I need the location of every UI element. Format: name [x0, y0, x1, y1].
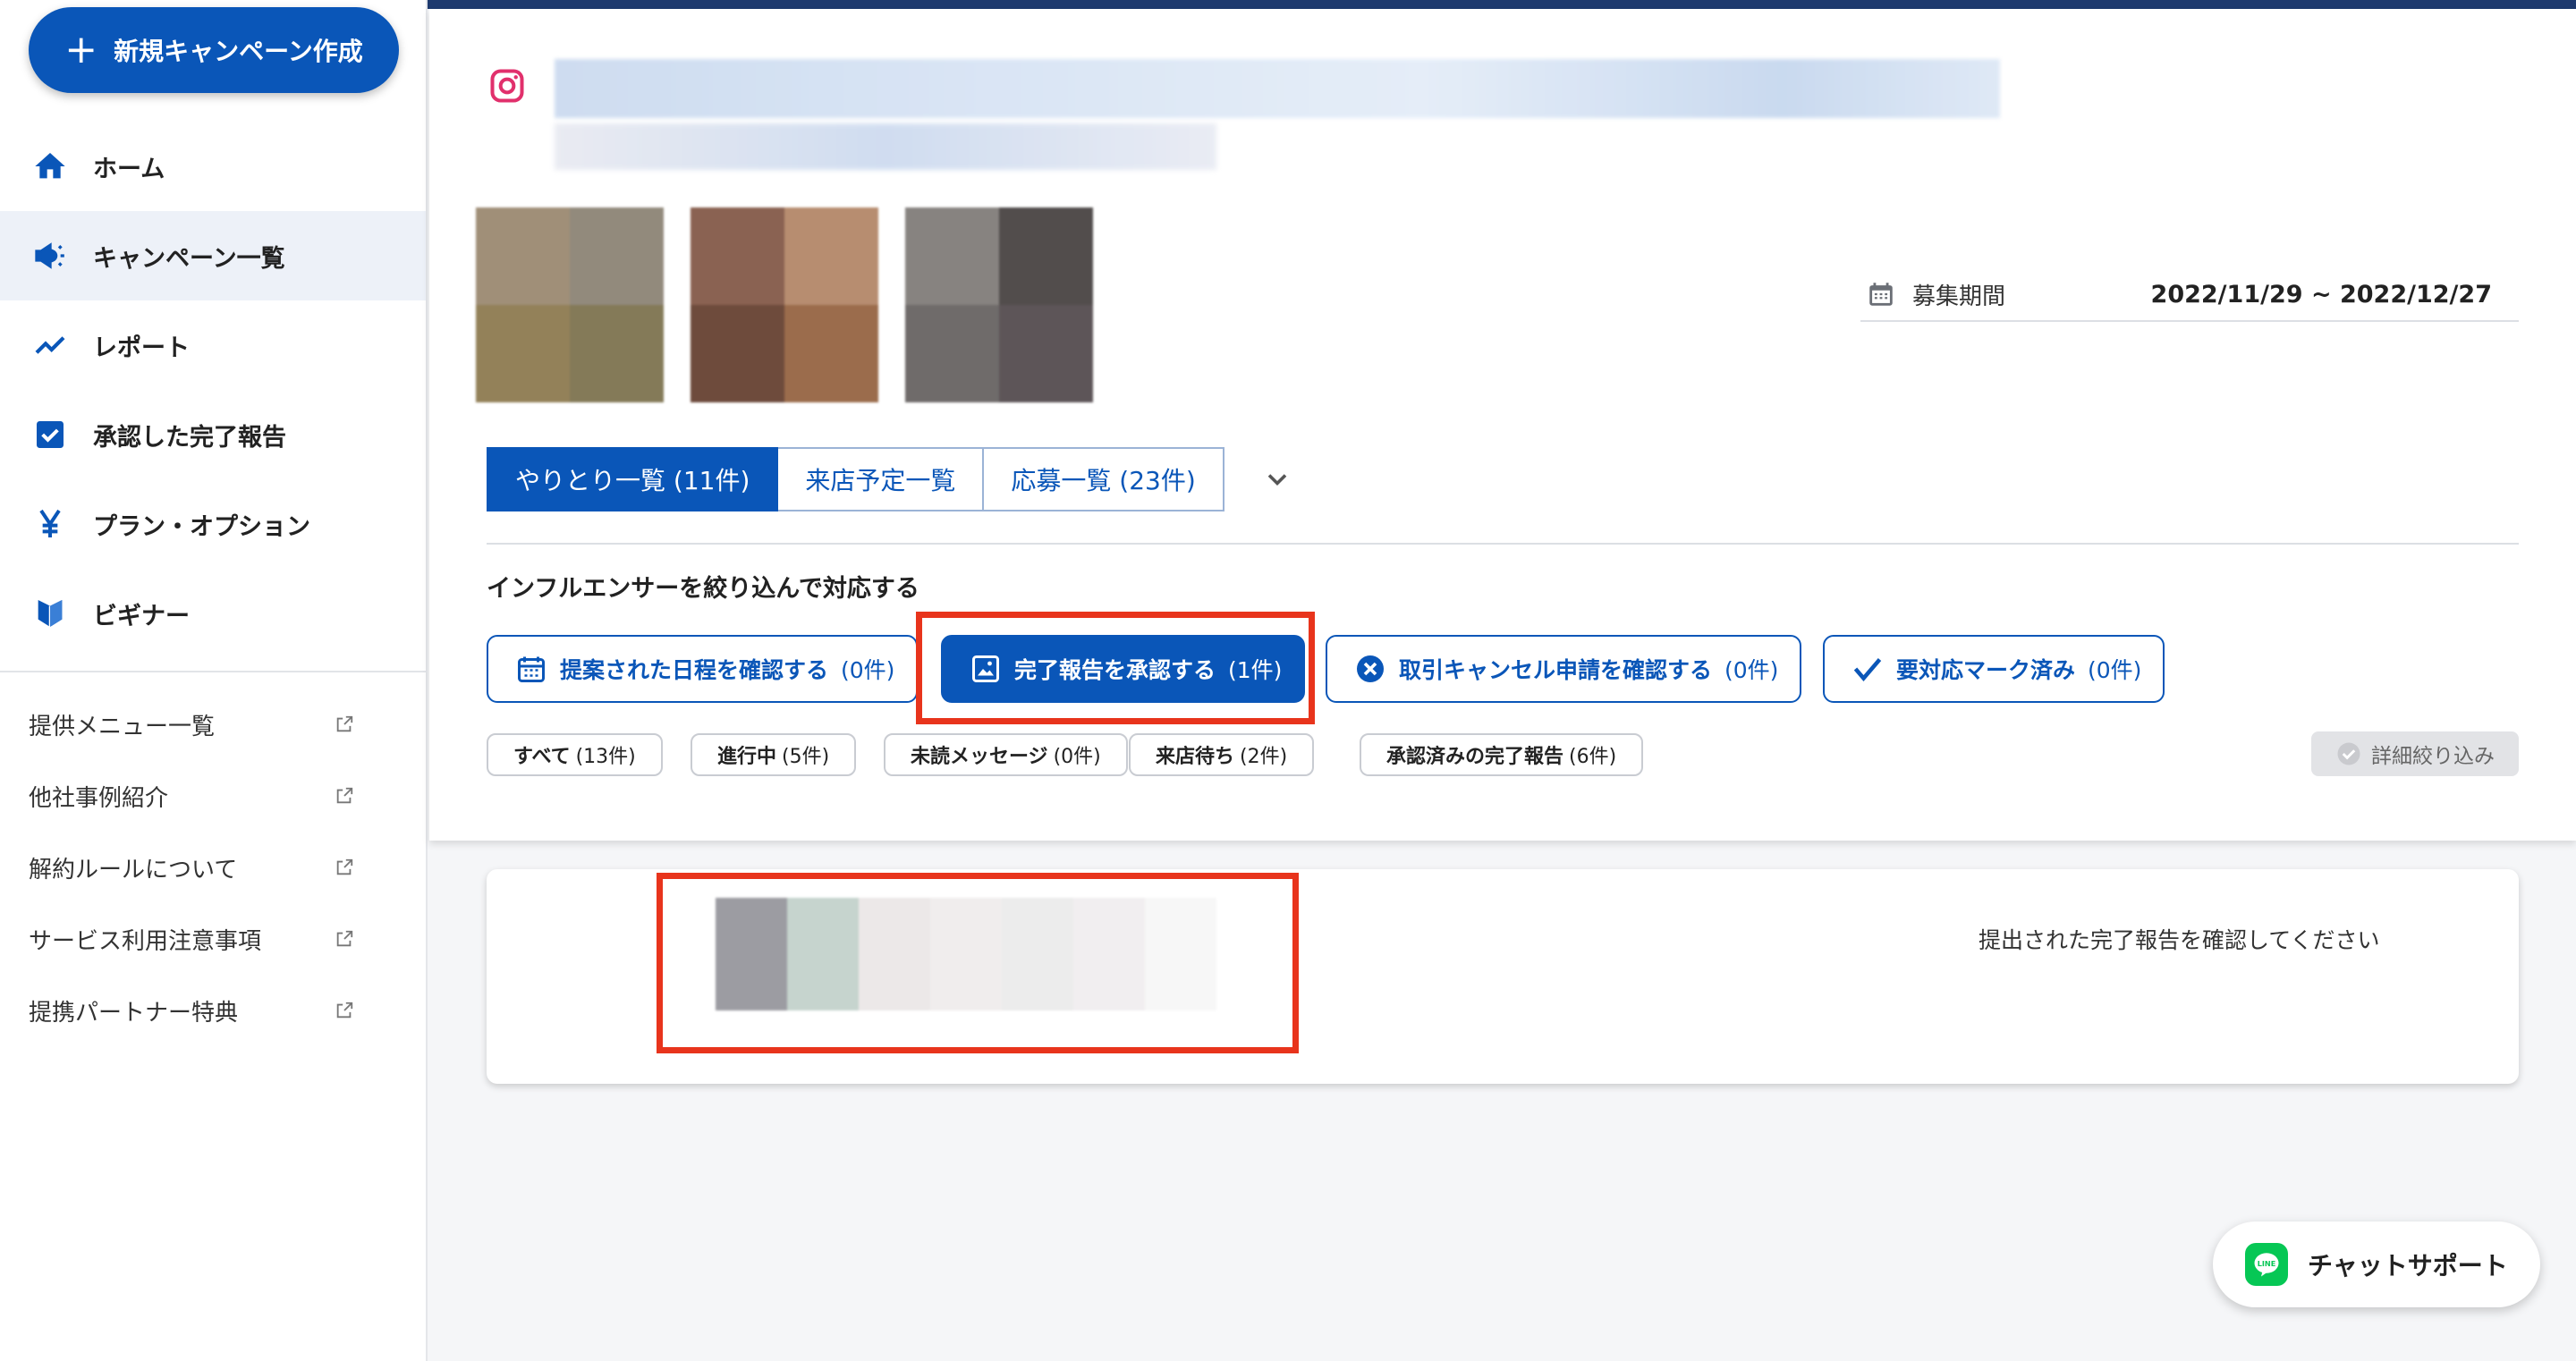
filter-chip-awaiting-visit[interactable]: 来店待ち (2件)	[1129, 733, 1315, 776]
chevron-down-icon[interactable]	[1261, 463, 1293, 495]
action-required-marked-button[interactable]: 要対応マーク済み (0件)	[1823, 635, 2165, 703]
sidebar-item-label: キャンペーン一覧	[93, 244, 285, 273]
chip-label: 来店待ち	[1156, 746, 1235, 768]
campaign-title-redacted	[555, 59, 2000, 118]
chat-support-label: チャットサポート	[2308, 1251, 2508, 1281]
action-count: (0件)	[841, 657, 895, 683]
action-label: 提案された日程を確認する	[560, 657, 829, 683]
chip-count: (2件)	[1240, 746, 1288, 768]
tab-applications[interactable]: 応募一覧 (23件)	[984, 447, 1224, 511]
campaign-image-thumb	[905, 207, 1093, 402]
sidebar-link-partner[interactable]: 提携パートナー特典	[0, 975, 426, 1046]
line-icon-text: LINE	[2258, 1259, 2275, 1268]
filter-chip-approved-reports[interactable]: 承認済みの完了報告 (6件)	[1360, 733, 1644, 776]
external-link-icon	[336, 715, 353, 732]
chip-label: 承認済みの完了報告	[1386, 746, 1564, 768]
new-campaign-button[interactable]: + 新規キャンペーン作成	[29, 7, 399, 93]
highlight-box	[657, 873, 1299, 1053]
sidebar-item-label: ホーム	[93, 155, 165, 183]
plus-icon: +	[64, 27, 98, 72]
filter-title: インフルエンサーを絞り込んで対応する	[487, 575, 919, 603]
sidebar-item-label: プラン・オプション	[93, 512, 310, 541]
sidebar-link-cases[interactable]: 他社事例紹介	[0, 760, 426, 832]
sidebar-item-home[interactable]: ホーム	[0, 122, 426, 211]
check-proposed-dates-button[interactable]: 提案された日程を確認する (0件)	[487, 635, 919, 703]
external-link-icon	[336, 930, 353, 947]
beginner-mark-icon	[30, 594, 70, 633]
external-link-icon	[336, 787, 353, 804]
highlight-box	[916, 612, 1315, 724]
sidebar-item-label: 承認した完了報告	[93, 423, 286, 452]
sidebar-link-terms[interactable]: サービス利用注意事項	[0, 903, 426, 975]
chat-support-button[interactable]: LINE チャットサポート	[2213, 1222, 2540, 1307]
detail-filter-button[interactable]: 詳細絞り込み	[2311, 731, 2519, 776]
yen-icon	[30, 504, 70, 544]
recruitment-period: 募集期間 2022/11/29 ~ 2022/12/27	[1860, 268, 2519, 322]
chip-label: 未読メッセージ	[911, 746, 1048, 768]
action-label: 取引キャンセル申請を確認する	[1399, 657, 1713, 683]
chip-count: (5件)	[782, 746, 830, 768]
new-campaign-label: 新規キャンペーン作成	[114, 37, 363, 66]
filter-chip-in-progress[interactable]: 進行中 (5件)	[691, 733, 857, 776]
home-icon	[30, 147, 70, 186]
campaign-image-thumb	[691, 207, 878, 402]
tab-visit-schedule[interactable]: 来店予定一覧	[778, 447, 985, 511]
sidebar-link-label: 提携パートナー特典	[29, 999, 239, 1027]
chip-count: (0件)	[1053, 746, 1101, 768]
calendar-icon	[1869, 283, 1893, 306]
sidebar: + 新規キャンペーン作成 ホーム キャンペーン一覧 レポート 承認した完了報告 …	[0, 0, 428, 1361]
checkmark-icon	[1853, 658, 1882, 681]
sidebar-item-report[interactable]: レポート	[0, 300, 426, 390]
sidebar-item-campaigns[interactable]: キャンペーン一覧	[0, 211, 426, 300]
list-tabs: やりとり一覧 (11件) 来店予定一覧 応募一覧 (23件)	[487, 447, 1224, 511]
section-divider	[487, 543, 2519, 545]
card-status-message: 提出された完了報告を確認してください	[1979, 927, 2380, 953]
top-accent-bar	[428, 0, 2576, 9]
check-circle-icon	[2337, 742, 2360, 765]
period-value: 2022/11/29 ~ 2022/12/27	[2150, 280, 2492, 309]
chip-label: すべて	[513, 746, 571, 768]
filter-chip-unread[interactable]: 未読メッセージ (0件)	[884, 733, 1128, 776]
instagram-icon	[490, 69, 524, 103]
chip-count: (6件)	[1569, 746, 1617, 768]
cancel-circle-icon	[1357, 655, 1384, 682]
action-count: (0件)	[1724, 657, 1779, 683]
sidebar-link-label: 他社事例紹介	[29, 784, 169, 812]
sidebar-link-menu[interactable]: 提供メニュー一覧	[0, 689, 426, 760]
external-link-icon	[336, 1002, 353, 1019]
period-label: 募集期間	[1912, 283, 2006, 310]
sidebar-link-label: 解約ルールについて	[29, 856, 238, 883]
sidebar-nav: ホーム キャンペーン一覧 レポート 承認した完了報告 プラン・オプション ビギナ…	[0, 122, 426, 658]
chip-count: (13件)	[575, 746, 636, 768]
app-root: + 新規キャンペーン作成 ホーム キャンペーン一覧 レポート 承認した完了報告 …	[0, 0, 2576, 1361]
filter-chip-all[interactable]: すべて (13件)	[487, 733, 663, 776]
sidebar-item-plan[interactable]: プラン・オプション	[0, 479, 426, 569]
trend-icon	[30, 325, 70, 365]
sidebar-links: 提供メニュー一覧 他社事例紹介 解約ルールについて サービス利用注意事項 提携パ…	[0, 689, 426, 1046]
sidebar-divider	[0, 671, 426, 672]
checkbox-icon	[30, 415, 70, 454]
sidebar-item-label: ビギナー	[93, 602, 190, 630]
action-label: 要対応マーク済み	[1896, 657, 2076, 683]
megaphone-icon	[30, 236, 70, 275]
line-icon: LINE	[2245, 1243, 2288, 1286]
tab-conversations[interactable]: やりとり一覧 (11件)	[487, 447, 779, 511]
sidebar-link-label: 提供メニュー一覧	[29, 713, 216, 740]
check-cancel-requests-button[interactable]: 取引キャンセル申請を確認する (0件)	[1326, 635, 1802, 703]
sidebar-item-approved-reports[interactable]: 承認した完了報告	[0, 390, 426, 479]
calendar-icon	[518, 656, 545, 682]
sidebar-item-label: レポート	[93, 334, 190, 362]
sidebar-link-cancel-rules[interactable]: 解約ルールについて	[0, 832, 426, 903]
account-handle-redacted	[555, 123, 1216, 170]
chip-label: 進行中	[717, 746, 777, 768]
external-link-icon	[336, 858, 353, 875]
sidebar-item-beginner[interactable]: ビギナー	[0, 569, 426, 658]
sidebar-link-label: サービス利用注意事項	[29, 927, 262, 955]
campaign-image-thumb	[476, 207, 664, 402]
detail-filter-label: 詳細絞り込み	[2371, 745, 2495, 768]
action-count: (0件)	[2088, 657, 2142, 683]
